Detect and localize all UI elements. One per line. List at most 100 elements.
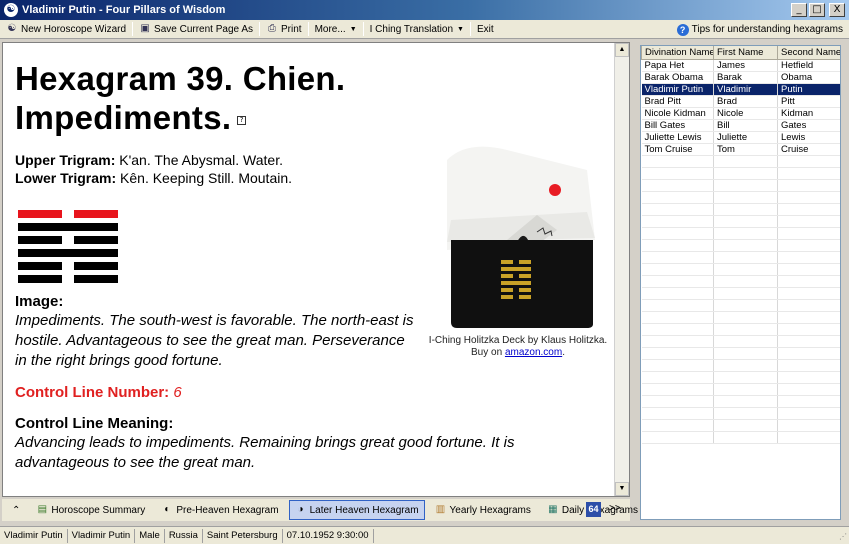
cell-divination-name (641, 299, 714, 312)
cell-divination-name: Brad Pitt (641, 95, 714, 108)
hexagram-line (18, 275, 118, 283)
hexagram-content-panel: Hexagram 39. Chien. Impediments.? Upper … (2, 42, 630, 497)
dropdown-arrow-icon: ▼ (349, 25, 357, 33)
help-icon[interactable]: ? (237, 115, 247, 125)
hexagram-count-badge[interactable]: 64 (586, 502, 601, 517)
cell-divination-name (641, 191, 714, 204)
tab-yearly-hexagrams[interactable]: ▥ Yearly Hexagrams (429, 500, 537, 520)
yin-yang-icon: ◑ (297, 504, 304, 515)
table-row[interactable]: Tom Cruise Tom Cruise (641, 143, 840, 156)
table-header-row: Divination Name First Name Second Name (641, 46, 840, 60)
cell-second-name: Lewis (777, 131, 840, 144)
more-tabs-button[interactable]: >> (609, 503, 621, 514)
cell-divination-name (641, 347, 714, 360)
tips-label: Tips for understanding hexagrams (691, 24, 843, 35)
minimize-button[interactable]: _ (791, 3, 807, 17)
printer-icon: ⎙ (268, 23, 276, 34)
vertical-scrollbar[interactable]: ▲ ▼ (614, 43, 629, 496)
cell-second-name (777, 287, 840, 300)
cell-first-name (713, 275, 778, 288)
cell-divination-name (641, 359, 714, 372)
cell-first-name (713, 431, 778, 444)
resize-grip-icon[interactable]: ⋰ (837, 532, 847, 542)
table-row (641, 155, 840, 168)
cell-divination-name (641, 419, 714, 432)
cell-second-name (777, 299, 840, 312)
iching-translation-menu[interactable]: I Ching Translation ▼ (367, 21, 467, 38)
table-row[interactable]: Juliette Lewis Juliette Lewis (641, 131, 840, 144)
cell-second-name (777, 275, 840, 288)
table-row[interactable]: Vladimir Putin Vladimir Putin (641, 83, 840, 96)
table-row (641, 383, 840, 396)
cell-divination-name (641, 311, 714, 324)
iching-card-image (437, 120, 602, 330)
window-title: Vladimir Putin - Four Pillars of Wisdom (22, 4, 226, 16)
cell-second-name: Putin (777, 83, 840, 96)
amazon-link[interactable]: amazon.com (505, 347, 562, 358)
table-row[interactable]: Nicole Kidman Nicole Kidman (641, 107, 840, 120)
cell-first-name: Juliette (713, 131, 778, 144)
cell-divination-name: Vladimir Putin (641, 83, 714, 96)
tab-horoscope-summary[interactable]: ▤ Horoscope Summary (30, 500, 151, 520)
lower-trigram-label: Lower Trigram: (15, 170, 117, 186)
cell-second-name (777, 179, 840, 192)
card-caption-credit: I-Ching Holitzka Deck by Klaus Holitzka. (428, 335, 608, 346)
control-line-value: 6 (173, 384, 182, 401)
column-header-second-name[interactable]: Second Name (777, 46, 840, 60)
hexagram-line-segment (74, 210, 118, 218)
exit-button[interactable]: Exit (474, 21, 497, 38)
cell-first-name (713, 239, 778, 252)
cell-first-name: James (713, 59, 778, 72)
more-menu[interactable]: More... ▼ (312, 21, 360, 38)
view-tab-bar: ⌃ ▤ Horoscope Summary ◐ Pre-Heaven Hexag… (2, 499, 638, 521)
scroll-up-arrow-icon[interactable]: ▲ (615, 43, 629, 57)
table-row[interactable]: Bill Gates Bill Gates (641, 119, 840, 132)
tab-later-heaven-hexagram[interactable]: ◑ Later Heaven Hexagram (288, 500, 425, 520)
column-header-divination-name[interactable]: Divination Name (641, 46, 714, 60)
tips-link[interactable]: ? Tips for understanding hexagrams (676, 21, 843, 38)
collapse-tabs-button[interactable]: ⌃ (6, 500, 26, 520)
tab-yearly-label: Yearly Hexagrams (449, 504, 531, 516)
upper-trigram-value: K'an. The Abysmal. Water. (115, 152, 283, 168)
cell-first-name (713, 395, 778, 408)
hexagram-line (18, 223, 118, 231)
column-header-first-name[interactable]: First Name (713, 46, 778, 60)
cell-divination-name (641, 263, 714, 276)
cell-divination-name (641, 431, 714, 444)
cell-divination-name (641, 323, 714, 336)
control-meaning-heading: Control Line Meaning: (15, 415, 174, 432)
more-label: More... (314, 23, 346, 35)
hexagram-title-line1: Hexagram 39. Chien. (15, 60, 346, 97)
tab-pre-heaven-label: Pre-Heaven Hexagram (176, 504, 279, 516)
maximize-button[interactable]: □ (809, 3, 825, 17)
cell-divination-name: Juliette Lewis (641, 131, 714, 144)
new-horoscope-wizard-button[interactable]: ☯ New Horoscope Wizard (3, 21, 129, 38)
cell-second-name (777, 335, 840, 348)
table-row (641, 191, 840, 204)
toolbar-separator (259, 22, 260, 36)
cell-second-name (777, 251, 840, 264)
cell-second-name (777, 191, 840, 204)
cell-first-name (713, 359, 778, 372)
cell-first-name (713, 227, 778, 240)
lower-trigram-value: Kên. Keeping Still. Moutain. (116, 170, 293, 186)
control-line-number: Control Line Number: 6 (15, 383, 604, 402)
cell-divination-name (641, 251, 714, 264)
print-button[interactable]: ⎙ Print (263, 21, 305, 38)
book-icon: ▤ (37, 504, 48, 515)
cell-first-name (713, 191, 778, 204)
close-button[interactable]: X (829, 3, 845, 17)
scroll-down-arrow-icon[interactable]: ▼ (615, 482, 629, 496)
save-page-button[interactable]: ▣ Save Current Page As (136, 21, 256, 38)
tab-pre-heaven-hexagram[interactable]: ◐ Pre-Heaven Hexagram (155, 500, 284, 520)
cell-second-name (777, 431, 840, 444)
scroll-icon: ▥ (435, 504, 446, 515)
save-page-label: Save Current Page As (154, 23, 253, 35)
table-row[interactable]: Barak Obama Barak Obama (641, 71, 840, 84)
table-row (641, 419, 840, 432)
cell-divination-name (641, 371, 714, 384)
table-row[interactable]: Papa Het James Hetfield (641, 59, 840, 72)
table-row[interactable]: Brad Pitt Brad Pitt (641, 95, 840, 108)
cell-second-name (777, 227, 840, 240)
cell-second-name (777, 263, 840, 276)
